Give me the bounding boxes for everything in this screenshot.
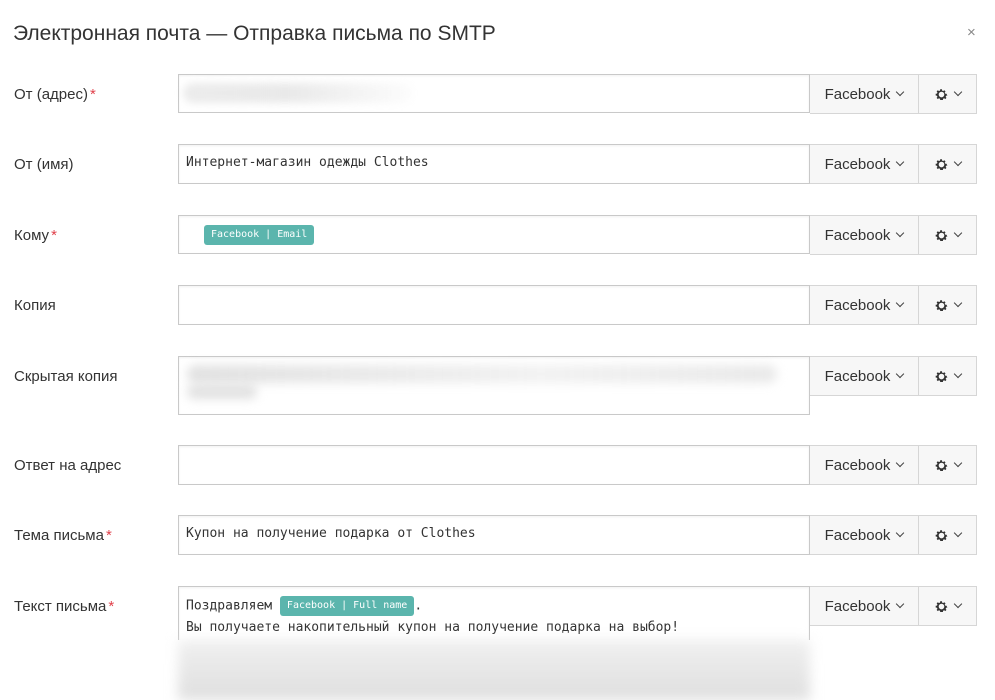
dropdown-label: Facebook <box>824 367 891 385</box>
subject-input[interactable]: Купон на получение подарка от Clothes <box>178 515 810 555</box>
body-greeting: Поздравляем <box>186 598 273 614</box>
chevron-down-icon <box>953 298 963 308</box>
from-address-source-dropdown[interactable]: Facebook <box>810 74 919 114</box>
chevron-down-icon <box>953 157 963 167</box>
body-line-2: Вы получаете накопительный купон на полу… <box>186 620 680 635</box>
redacted-body <box>178 640 810 700</box>
dialog-title: Электронная почта — Отправка письма по S… <box>13 22 496 45</box>
cc-label: Копия <box>14 297 56 314</box>
full-name-variable-chip[interactable]: Facebook | Full name <box>279 596 415 616</box>
dropdown-label: Facebook <box>824 296 891 314</box>
reply-to-settings-button[interactable] <box>918 445 977 485</box>
chevron-down-icon <box>953 87 963 97</box>
dropdown-label: Facebook <box>824 526 891 544</box>
gear-icon <box>935 459 948 471</box>
chevron-down-icon <box>953 228 963 238</box>
cc-settings-button[interactable] <box>918 285 977 325</box>
chevron-down-icon <box>896 369 905 379</box>
to-variable-chip[interactable]: Facebook | Email <box>204 225 315 245</box>
required-marker: * <box>51 227 57 244</box>
to-source-dropdown[interactable]: Facebook <box>810 215 919 255</box>
required-marker: * <box>89 86 96 103</box>
chevron-down-icon <box>953 599 963 609</box>
close-icon[interactable]: × <box>967 24 976 41</box>
bcc-settings-button[interactable] <box>918 356 977 396</box>
gear-icon <box>935 529 948 541</box>
body-textarea[interactable]: Поздравляем Facebook | Full name. Вы пол… <box>178 586 810 640</box>
required-marker: * <box>108 598 115 615</box>
from-name-value: Интернет-магазин одежды Clothes <box>186 155 429 170</box>
dropdown-label: Facebook <box>824 226 891 244</box>
body-settings-button[interactable] <box>918 586 977 626</box>
dropdown-label: Facebook <box>824 155 891 173</box>
chevron-down-icon <box>896 87 905 97</box>
from-address-input[interactable] <box>178 74 810 113</box>
redacted-value <box>187 385 257 399</box>
gear-icon <box>935 88 948 100</box>
gear-icon <box>935 158 948 170</box>
chevron-down-icon <box>896 599 905 609</box>
reply-to-input[interactable] <box>178 445 810 485</box>
chevron-down-icon <box>953 528 963 538</box>
subject-label: Тема письма * <box>14 527 112 544</box>
gear-icon <box>935 299 948 311</box>
from-name-input[interactable]: Интернет-магазин одежды Clothes <box>178 144 810 184</box>
from-name-source-dropdown[interactable]: Facebook <box>810 144 919 184</box>
bcc-label: Скрытая копия <box>14 368 118 385</box>
from-address-label: От (адрес) * <box>14 86 96 103</box>
body-label: Текст письма * <box>14 598 115 615</box>
cc-source-dropdown[interactable]: Facebook <box>810 285 919 325</box>
gear-icon <box>935 370 948 382</box>
reply-to-label: Ответ на адрес <box>14 457 122 474</box>
redacted-value <box>187 365 777 383</box>
to-label: Кому * <box>14 227 57 244</box>
subject-source-dropdown[interactable]: Facebook <box>810 515 919 555</box>
dropdown-label: Facebook <box>824 85 891 103</box>
chevron-down-icon <box>896 157 905 167</box>
bcc-input[interactable] <box>178 356 810 415</box>
reply-to-source-dropdown[interactable]: Facebook <box>810 445 919 485</box>
bcc-source-dropdown[interactable]: Facebook <box>810 356 919 396</box>
chevron-down-icon <box>896 298 905 308</box>
chevron-down-icon <box>896 458 905 468</box>
gear-icon <box>935 600 948 612</box>
body-punctuation: . <box>414 598 423 614</box>
subject-settings-button[interactable] <box>918 515 977 555</box>
chevron-down-icon <box>896 528 905 538</box>
from-address-settings-button[interactable] <box>918 74 977 114</box>
to-settings-button[interactable] <box>918 215 977 255</box>
subject-value: Купон на получение подарка от Clothes <box>186 526 476 541</box>
dropdown-label: Facebook <box>824 456 891 474</box>
cc-input[interactable] <box>178 285 810 325</box>
from-name-label: От (имя) <box>14 156 74 173</box>
gear-icon <box>935 229 948 241</box>
from-name-settings-button[interactable] <box>918 144 977 184</box>
body-source-dropdown[interactable]: Facebook <box>810 586 919 626</box>
redacted-value <box>183 83 413 103</box>
dropdown-label: Facebook <box>824 597 891 615</box>
to-input[interactable]: Facebook | Email <box>178 215 810 254</box>
chevron-down-icon <box>953 458 963 468</box>
chevron-down-icon <box>896 228 905 238</box>
chevron-down-icon <box>953 369 963 379</box>
body-line-1: Поздравляем Facebook | Full name. <box>186 596 422 616</box>
required-marker: * <box>105 527 112 544</box>
